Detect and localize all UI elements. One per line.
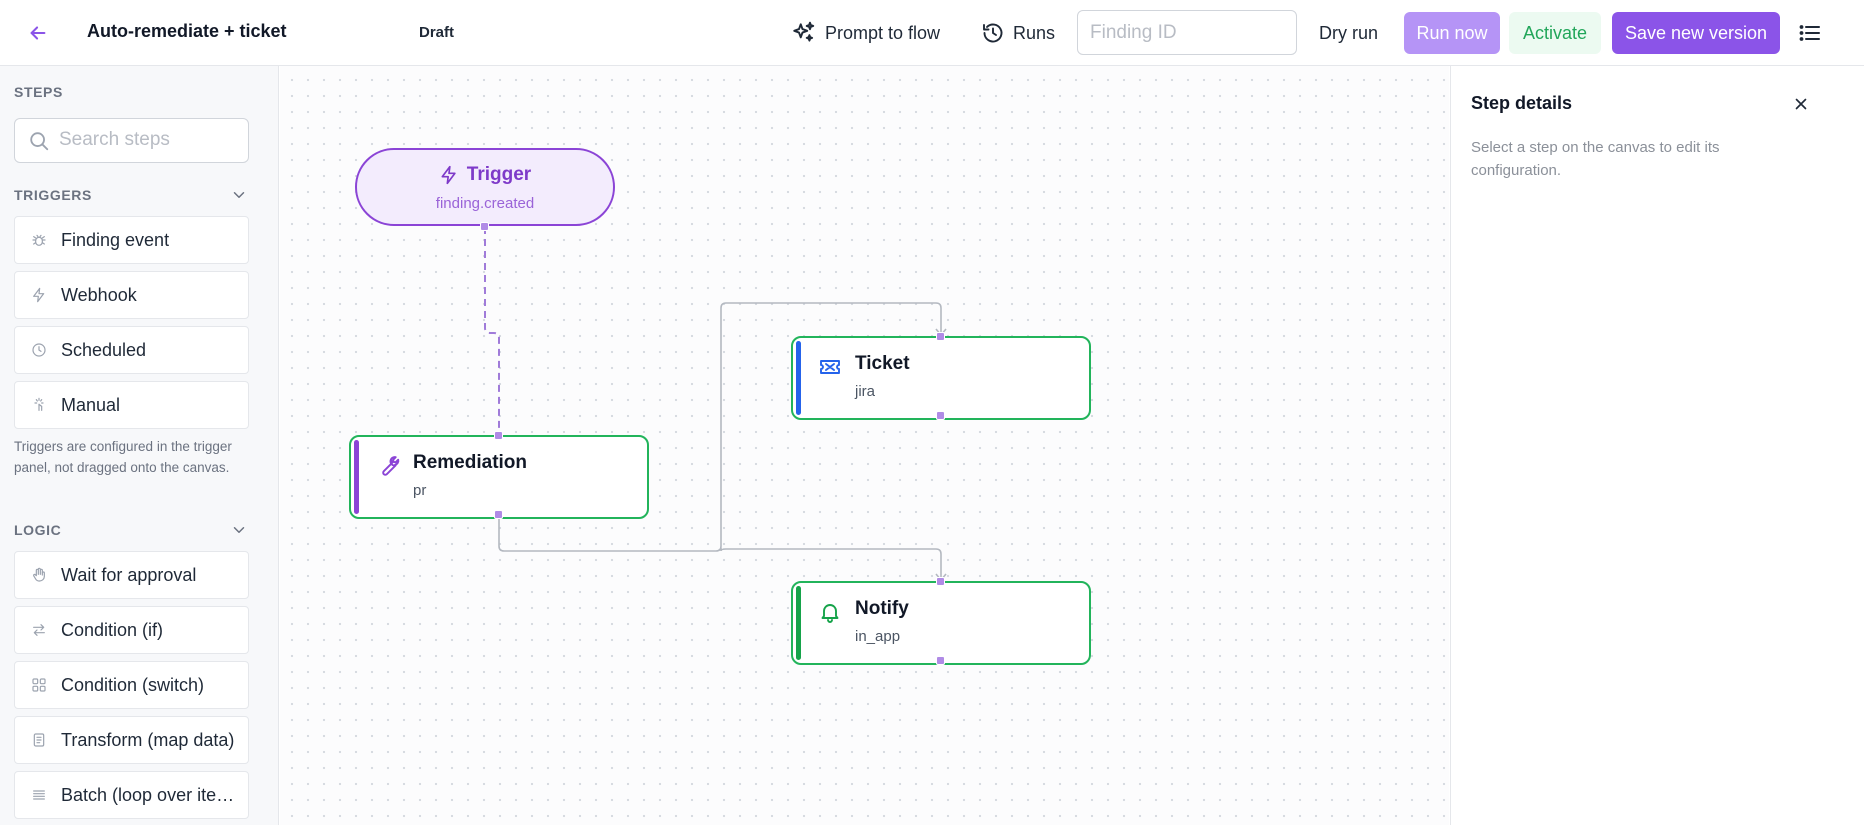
edge-trigger-remediation <box>484 227 500 436</box>
step-wait-for-approval[interactable]: Wait for approval <box>14 551 249 599</box>
bug-icon <box>31 232 47 248</box>
save-new-version-button[interactable]: Save new version <box>1612 12 1780 54</box>
dry-run-button[interactable]: Dry run <box>1319 12 1378 54</box>
logic-heading: LOGIC <box>14 522 62 538</box>
remediation-node[interactable]: Remediation pr <box>349 435 649 519</box>
list-menu-icon <box>1799 25 1820 41</box>
node-accent-bar <box>796 341 801 415</box>
step-label: Transform (map data) <box>61 729 235 750</box>
triggers-heading: TRIGGERS <box>14 187 92 203</box>
steps-heading: STEPS <box>14 84 63 100</box>
page-title: Auto-remediate + ticket <box>87 21 287 41</box>
trigger-out-handle[interactable] <box>480 222 489 231</box>
search-steps-box[interactable] <box>14 118 249 163</box>
close-icon <box>1795 98 1807 110</box>
run-now-button[interactable]: Run now <box>1404 12 1500 54</box>
top-bar: Auto-remediate + ticket Draft Prompt to … <box>0 0 1864 66</box>
triggers-note: Triggers are configured in the trigger p… <box>14 439 232 475</box>
step-details-panel: Step details Select a step on the canvas… <box>1450 66 1864 825</box>
finding-id-input[interactable] <box>1077 10 1297 55</box>
notify-node[interactable]: Notify in_app <box>791 581 1091 665</box>
step-label: Manual <box>61 394 121 415</box>
history-icon <box>983 23 1003 43</box>
panel-title: Step details <box>1471 93 1573 113</box>
ticket-node[interactable]: Ticket jira <box>791 336 1091 420</box>
step-label: Scheduled <box>61 339 147 360</box>
step-label: Condition (switch) <box>61 674 205 695</box>
chevron-down-icon[interactable] <box>230 521 248 539</box>
notify-out-handle[interactable] <box>936 656 945 665</box>
bolt-icon <box>441 165 456 185</box>
remediation-in-handle[interactable] <box>494 431 503 440</box>
flow-canvas[interactable]: Trigger finding.created Remediation pr T… <box>280 66 1449 825</box>
panel-description: Select a step on the canvas to edit its … <box>1471 139 1720 179</box>
wrench-icon <box>376 454 400 478</box>
node-accent-bar <box>354 440 359 514</box>
step-condition-if[interactable]: Condition (if) <box>14 606 249 654</box>
step-batch[interactable]: Batch (loop over items) <box>14 771 249 819</box>
remediation-out-handle[interactable] <box>494 510 503 519</box>
menu-button[interactable] <box>1795 18 1825 48</box>
activate-button[interactable]: Activate <box>1509 12 1601 54</box>
trigger-node[interactable]: Trigger finding.created <box>355 148 615 226</box>
step-scheduled[interactable]: Scheduled <box>14 326 249 374</box>
node-title: Notify <box>855 598 909 619</box>
bolt-icon <box>31 287 47 303</box>
node-subtitle: jira <box>855 383 876 400</box>
prompt-to-flow-button[interactable]: Prompt to flow <box>791 12 940 54</box>
close-panel-button[interactable] <box>1786 89 1816 119</box>
step-label: Webhook <box>61 284 137 305</box>
step-label: Wait for approval <box>61 564 197 585</box>
step-condition-switch[interactable]: Condition (switch) <box>14 661 249 709</box>
runs-button[interactable]: Runs <box>981 12 1055 54</box>
step-label: Batch (loop over items) <box>61 784 236 805</box>
grid-icon <box>31 677 47 693</box>
clock-icon <box>31 342 47 358</box>
runs-label: Runs <box>1013 22 1056 43</box>
search-steps-input[interactable] <box>59 119 244 161</box>
ticket-in-handle[interactable] <box>936 332 945 341</box>
sparkles-icon <box>793 21 815 42</box>
node-subtitle: in_app <box>855 628 901 645</box>
search-icon <box>30 132 49 151</box>
arrows-icon <box>31 622 47 638</box>
ticket-icon <box>818 355 842 379</box>
back-button[interactable] <box>22 18 54 48</box>
tap-icon <box>31 397 47 413</box>
prompt-to-flow-label: Prompt to flow <box>825 22 941 43</box>
doc-icon <box>31 732 47 748</box>
step-finding-event[interactable]: Finding event <box>14 216 249 264</box>
ticket-out-handle[interactable] <box>936 411 945 420</box>
trigger-node-title: Trigger <box>466 164 532 185</box>
list-icon <box>31 787 47 803</box>
arrow-left-icon <box>30 26 46 40</box>
node-accent-bar <box>796 586 801 660</box>
trigger-node-header: Trigger <box>357 164 613 186</box>
chevron-down-icon[interactable] <box>230 186 248 204</box>
node-subtitle: pr <box>413 482 427 499</box>
edge-remediation-notify <box>720 548 942 578</box>
status-label: Draft <box>419 24 455 41</box>
node-title: Ticket <box>855 353 910 374</box>
step-label: Condition (if) <box>61 619 164 640</box>
steps-sidebar: STEPS TRIGGERS Finding event Webhook Sch… <box>0 66 279 825</box>
step-label: Finding event <box>61 229 170 250</box>
trigger-node-event: finding.created <box>435 195 535 212</box>
step-manual[interactable]: Manual <box>14 381 249 429</box>
node-title: Remediation <box>413 452 528 473</box>
notify-in-handle[interactable] <box>936 577 945 586</box>
step-webhook[interactable]: Webhook <box>14 271 249 319</box>
step-transform[interactable]: Transform (map data) <box>14 716 249 764</box>
hand-icon <box>31 567 47 583</box>
bell-icon <box>818 600 842 624</box>
